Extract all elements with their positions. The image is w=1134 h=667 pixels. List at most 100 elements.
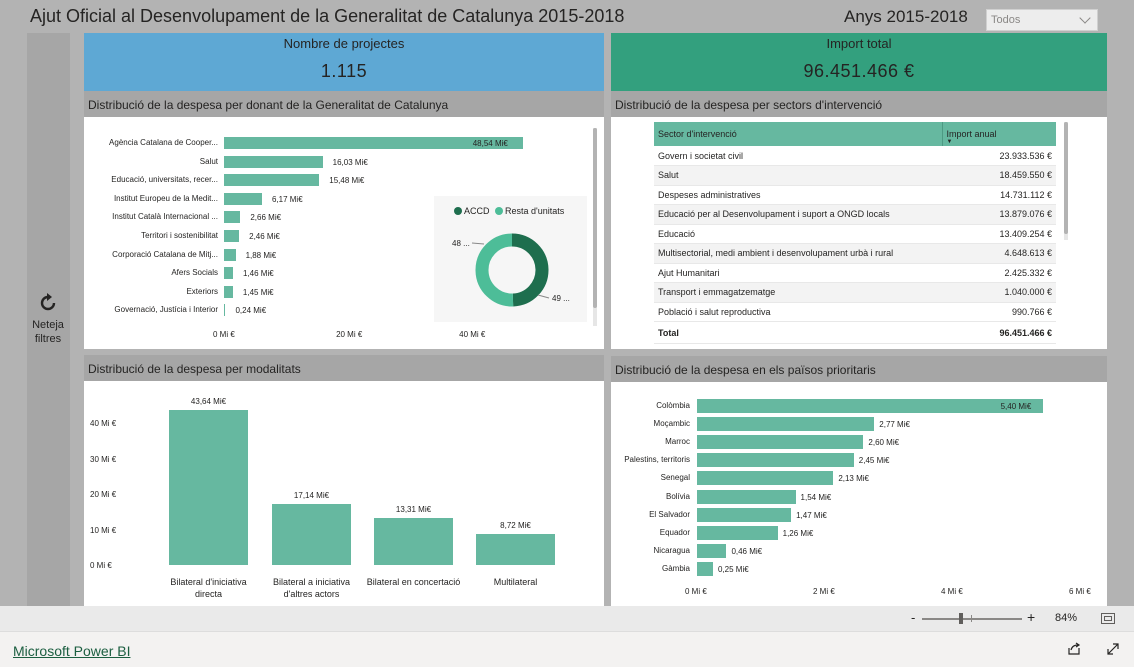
reset-filters-button[interactable]: Neteja filtres: [30, 292, 66, 356]
country-x-tick: 6 Mi €: [1069, 587, 1091, 596]
table-row[interactable]: Transport i emmagatzematge 1.040.000 €: [654, 282, 1056, 303]
years-label: Anys 2015-2018: [844, 7, 968, 26]
country-bar[interactable]: [697, 561, 713, 576]
zoom-bar: - + 84%: [0, 606, 1134, 632]
legend-dot-accd: [454, 207, 462, 215]
donor-value-label: 15,48 Mi€: [329, 176, 365, 186]
country-bar[interactable]: [697, 399, 1043, 413]
country-bar[interactable]: [697, 543, 727, 558]
country-bar[interactable]: [697, 507, 792, 522]
donor-bar[interactable]: [224, 248, 236, 261]
donut-slice[interactable]: [475, 233, 514, 307]
modal-category-label: Multilateral: [451, 576, 580, 588]
sectors-scroll-thumb[interactable]: [1064, 122, 1068, 234]
kpi-total-value: 96.451.466 €: [803, 61, 915, 81]
donor-label: Agència Catalana de Cooper...: [109, 138, 218, 147]
col-header-sector[interactable]: Sector d'intervenció: [654, 122, 942, 146]
table-row[interactable]: Educació 13.409.254 €: [654, 224, 1056, 244]
expand-icon[interactable]: [1106, 642, 1120, 656]
modal-category-line: Multilateral: [493, 577, 538, 587]
country-bar[interactable]: [697, 489, 796, 504]
zoom-slider-thumb[interactable]: [958, 613, 963, 624]
kpi-card-total: Import total 96.451.466 €: [611, 33, 1107, 91]
country-label: Palestins, territoris: [624, 455, 690, 465]
modal-y-tick: 20 Mi €: [90, 490, 117, 499]
donut-value-label: 48 ...: [452, 239, 470, 248]
zoom-slider[interactable]: [922, 618, 1022, 620]
donut-leader-line: [537, 294, 550, 299]
donor-value-label: 2,66 Mi€: [250, 213, 282, 223]
donor-bar[interactable]: [224, 230, 240, 242]
donor-label: Governació, Justícia i Interior: [114, 305, 218, 315]
donor-value-label: 1,46 Mi€: [242, 269, 274, 279]
col-header-import[interactable]: Import anual ▼: [941, 122, 1056, 146]
refresh-icon: [40, 293, 56, 311]
donor-bar[interactable]: [224, 304, 226, 317]
year-slicer-dropdown[interactable]: Todos: [986, 9, 1098, 31]
country-bar[interactable]: [697, 525, 778, 540]
modal-bar[interactable]: [169, 410, 248, 565]
zoom-out-button[interactable]: -: [911, 610, 915, 625]
table-cell-sector: Salut: [654, 165, 942, 186]
country-bar[interactable]: [697, 453, 854, 468]
country-label: El Salvador: [649, 509, 690, 519]
donut-value-label: 49 ...: [552, 294, 570, 303]
donor-bar[interactable]: [224, 211, 241, 224]
powerbi-footer: - + 84% Microsoft Power BI: [0, 606, 1134, 667]
legend-accd: ACCD: [464, 206, 490, 216]
donor-x-tick: 40 Mi €: [459, 330, 486, 339]
sectors-table: Sector d'intervenció Import anual ▼ Gove…: [654, 122, 1072, 348]
donor-x-tick: 0 Mi €: [213, 330, 235, 339]
table-row[interactable]: Població i salut reproductiva 990.766 €: [654, 302, 1056, 322]
kpi-card-projects: Nombre de projectes 1.115: [84, 33, 604, 91]
modal-bar[interactable]: [374, 517, 453, 565]
donor-bar[interactable]: [224, 285, 233, 298]
country-value-label: 2,60 Mi€: [868, 438, 900, 448]
report-canvas: Ajut Oficial al Desenvolupament de la Ge…: [0, 0, 1134, 606]
country-bar[interactable]: [697, 471, 834, 486]
share-icon[interactable]: [1067, 642, 1081, 656]
country-bar[interactable]: [697, 435, 864, 450]
table-cell-import: 23.933.536 €: [942, 146, 1056, 166]
donors-scroll-thumb[interactable]: [593, 128, 597, 308]
total-value: 96.451.466 €: [942, 321, 1056, 344]
donor-bar[interactable]: [224, 192, 262, 205]
modal-value-label: 13,31 Mi€: [395, 504, 432, 514]
kpi-total-title: Import total: [826, 36, 892, 51]
donut-legend: ACCD Resta d'unitats: [454, 206, 564, 216]
donor-bar[interactable]: [224, 155, 323, 168]
fit-to-page-icon[interactable]: [1101, 613, 1115, 624]
powerbi-link[interactable]: Microsoft Power BI: [13, 643, 130, 659]
section-header-donors: Distribució de la despesa per donant de …: [84, 91, 604, 117]
country-label: Marroc: [665, 437, 690, 447]
table-cell-sector: Educació per al Desenvolupament i suport…: [654, 204, 942, 225]
donor-label: Corporació Catalana de Mitj...: [112, 249, 218, 259]
donut-leader-line: [471, 242, 485, 245]
donor-label: Institut Europeu de la Medit...: [113, 193, 218, 203]
table-row[interactable]: Multisectorial, medi ambient i desenvolu…: [654, 243, 1056, 264]
donor-bar[interactable]: [224, 267, 233, 280]
zoom-slider-tick: [971, 615, 972, 622]
zoom-in-button[interactable]: +: [1027, 609, 1035, 625]
table-cell-sector: Educació: [654, 224, 942, 244]
donor-bar[interactable]: [224, 174, 320, 187]
table-row[interactable]: Salut 18.459.550 €: [654, 165, 1056, 186]
donor-value-label: 2,46 Mi€: [249, 232, 280, 241]
table-row[interactable]: Ajut Humanitari 2.425.332 €: [654, 263, 1056, 283]
donut-slice[interactable]: [511, 233, 549, 307]
donor-value-label: 6,17 Mi€: [271, 194, 303, 204]
table-row[interactable]: Govern i societat civil 23.933.536 €: [654, 146, 1056, 166]
country-value-label: 1,47 Mi€: [796, 510, 827, 520]
table-row[interactable]: Educació per al Desenvolupament i suport…: [654, 204, 1056, 225]
modal-bar[interactable]: [272, 504, 351, 565]
table-cell-sector: Multisectorial, medi ambient i desenvolu…: [654, 243, 942, 264]
country-bar[interactable]: [697, 417, 875, 432]
table-row[interactable]: Despeses administratives 14.731.112 €: [654, 185, 1056, 205]
country-label: Equador: [659, 527, 690, 537]
donor-value-label: 16,03 Mi€: [332, 157, 368, 167]
country-x-tick: 4 Mi €: [941, 587, 963, 596]
kpi-projects-title: Nombre de projectes: [283, 36, 405, 51]
modal-y-tick: 30 Mi €: [90, 454, 117, 464]
country-x-tick: 2 Mi €: [813, 587, 835, 596]
modal-bar[interactable]: [476, 534, 555, 565]
